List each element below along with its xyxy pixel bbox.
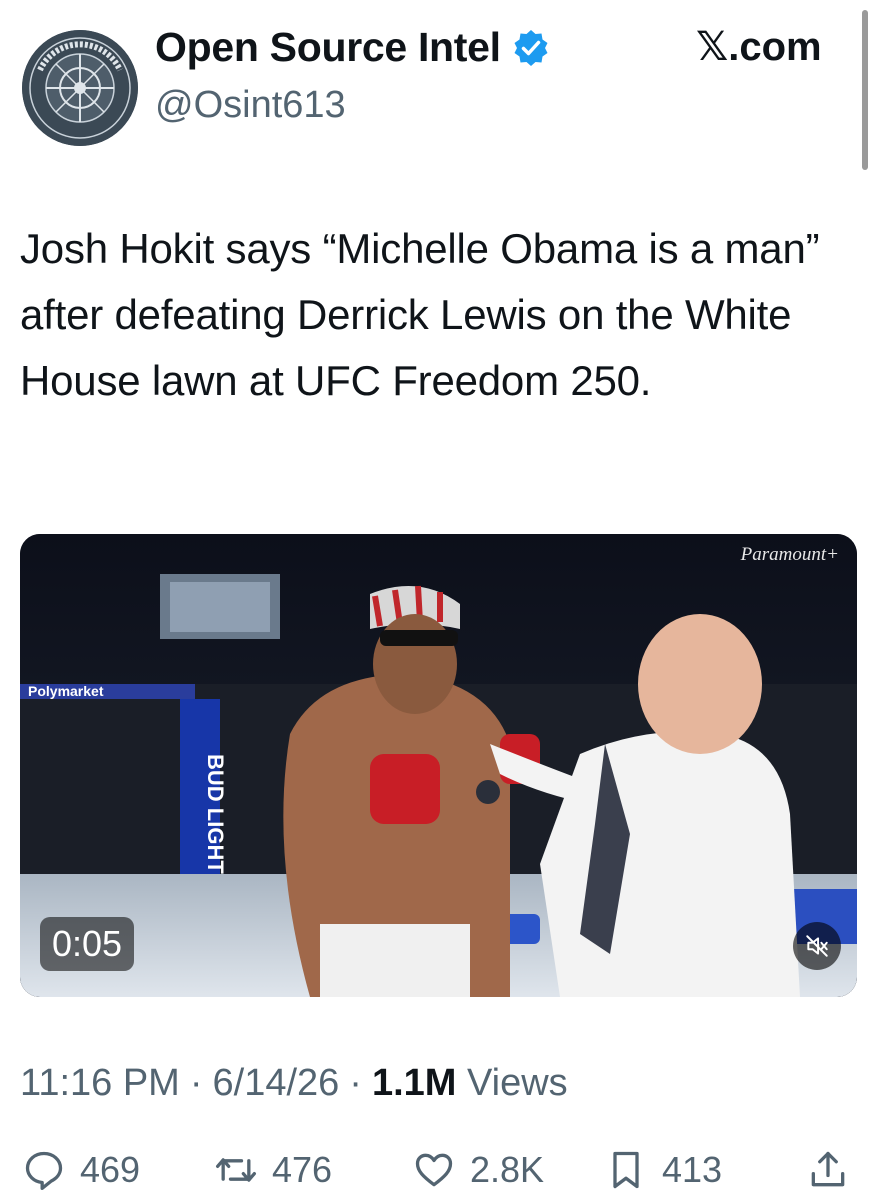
verified-badge-icon <box>511 28 551 68</box>
svg-text:BUD LIGHT: BUD LIGHT <box>203 754 228 874</box>
video-duration: 0:05 <box>40 917 135 971</box>
reply-icon <box>25 1151 63 1190</box>
bookmark-icon <box>613 1151 639 1189</box>
tweet-text: Josh Hokit says “Michelle Obama is a man… <box>20 225 820 404</box>
author-display-name[interactable]: Open Source Intel <box>155 24 501 71</box>
author-name-row[interactable]: Open Source Intel <box>155 24 551 71</box>
mute-button[interactable] <box>793 922 841 970</box>
share-icon <box>811 1151 845 1187</box>
osint-logo-icon <box>22 30 138 146</box>
action-bar: 469 476 2.8K 413 <box>0 1130 877 1200</box>
tweet-meta: 11:16 PM · 6/14/26 · 1.1M Views <box>20 1062 568 1105</box>
like-count: 2.8K <box>470 1149 545 1190</box>
reply-count: 469 <box>80 1149 141 1190</box>
speaker-muted-icon <box>806 935 828 957</box>
avatar[interactable] <box>22 30 138 146</box>
tweet-time[interactable]: 11:16 PM <box>20 1062 180 1105</box>
svg-text:Polymarket: Polymarket <box>28 683 104 699</box>
repost-button[interactable]: 476 <box>214 1148 332 1192</box>
tweet-date[interactable]: 6/14/26 <box>213 1062 340 1105</box>
like-button[interactable]: 2.8K <box>412 1148 544 1192</box>
views-label: Views <box>467 1062 568 1104</box>
meta-separator: · <box>349 1062 362 1104</box>
x-logo-label: 𝕏.com <box>696 25 822 69</box>
video-frame: Polymarket BUD LIGHT <box>20 534 857 997</box>
bookmark-button[interactable]: 413 <box>604 1148 722 1192</box>
video-player[interactable]: Polymarket BUD LIGHT Paramount+ 0:05 <box>20 534 857 997</box>
views-count[interactable]: 1.1M <box>372 1062 456 1104</box>
author-handle[interactable]: @Osint613 <box>155 84 346 127</box>
meta-separator: · <box>189 1062 203 1104</box>
repost-icon <box>216 1158 256 1182</box>
scrollbar[interactable] <box>862 10 868 170</box>
heart-icon <box>415 1153 453 1187</box>
bookmark-count: 413 <box>662 1149 723 1190</box>
reply-button[interactable]: 469 <box>22 1148 140 1192</box>
paramount-watermark: Paramount+ <box>740 544 839 565</box>
repost-count: 476 <box>272 1149 333 1190</box>
share-button[interactable] <box>806 1148 850 1192</box>
